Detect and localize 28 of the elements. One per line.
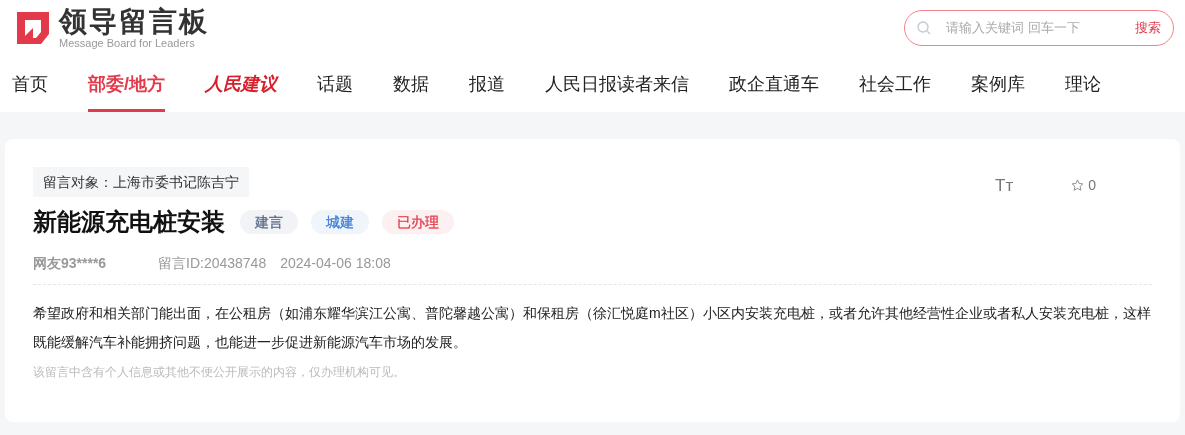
nav-tab[interactable]: 人民日报读者来信 — [545, 56, 689, 112]
nav-tab[interactable]: 报道 — [469, 56, 505, 112]
star-icon — [1071, 179, 1085, 192]
font-size-button[interactable]: Tт — [995, 177, 1014, 194]
message-title: 新能源充电桩安装 — [33, 207, 225, 237]
message-id: 留言ID:20438748 — [158, 254, 267, 273]
nav-tab[interactable]: 数据 — [393, 56, 429, 112]
nav-tab[interactable]: 话题 — [317, 56, 353, 112]
tag: 已办理 — [382, 210, 454, 234]
nav-tab[interactable]: 案例库 — [971, 56, 1025, 112]
search-button[interactable]: 搜索 — [1135, 18, 1161, 38]
nav-tab[interactable]: 首页 — [12, 56, 48, 112]
nav-tab[interactable]: 人民建议 — [205, 56, 277, 112]
message-body: 希望政府和相关部门能出面，在公租房（如浦东耀华滨江公寓、普陀馨越公寓）和保租房（徐汇悦庭m社区）小区内安装充电桩，或者允许其他经营性企业或者私人安装充电桩，这样既能缓解汽车补能拥挤问题，也能进一步促进新能源汽车市场的发展。 — [33, 304, 1152, 352]
favorite-button[interactable]: 0 — [1071, 175, 1096, 196]
tag: 建言 — [240, 210, 298, 234]
nav-tab[interactable]: 社会工作 — [859, 56, 931, 112]
search-icon — [917, 21, 931, 35]
logo-subtitle: Message Board for Leaders — [59, 37, 196, 49]
message-time: 2024-04-06 18:08 — [280, 254, 391, 273]
message-target: 留言对象：上海市委书记陈吉宁 — [33, 167, 249, 197]
nav-tab[interactable]: 理论 — [1065, 56, 1101, 112]
author-name: 网友93****6 — [33, 254, 108, 273]
privacy-notice: 该留言中含有个人信息或其他不便公开展示的内容，仅办理机构可见。 — [33, 364, 406, 381]
nav-tab[interactable]: 部委/地方 — [88, 56, 165, 112]
tag: 城建 — [311, 210, 369, 234]
nav-tab[interactable]: 政企直通车 — [729, 56, 819, 112]
logo-title: 领导留言板 — [59, 7, 209, 36]
